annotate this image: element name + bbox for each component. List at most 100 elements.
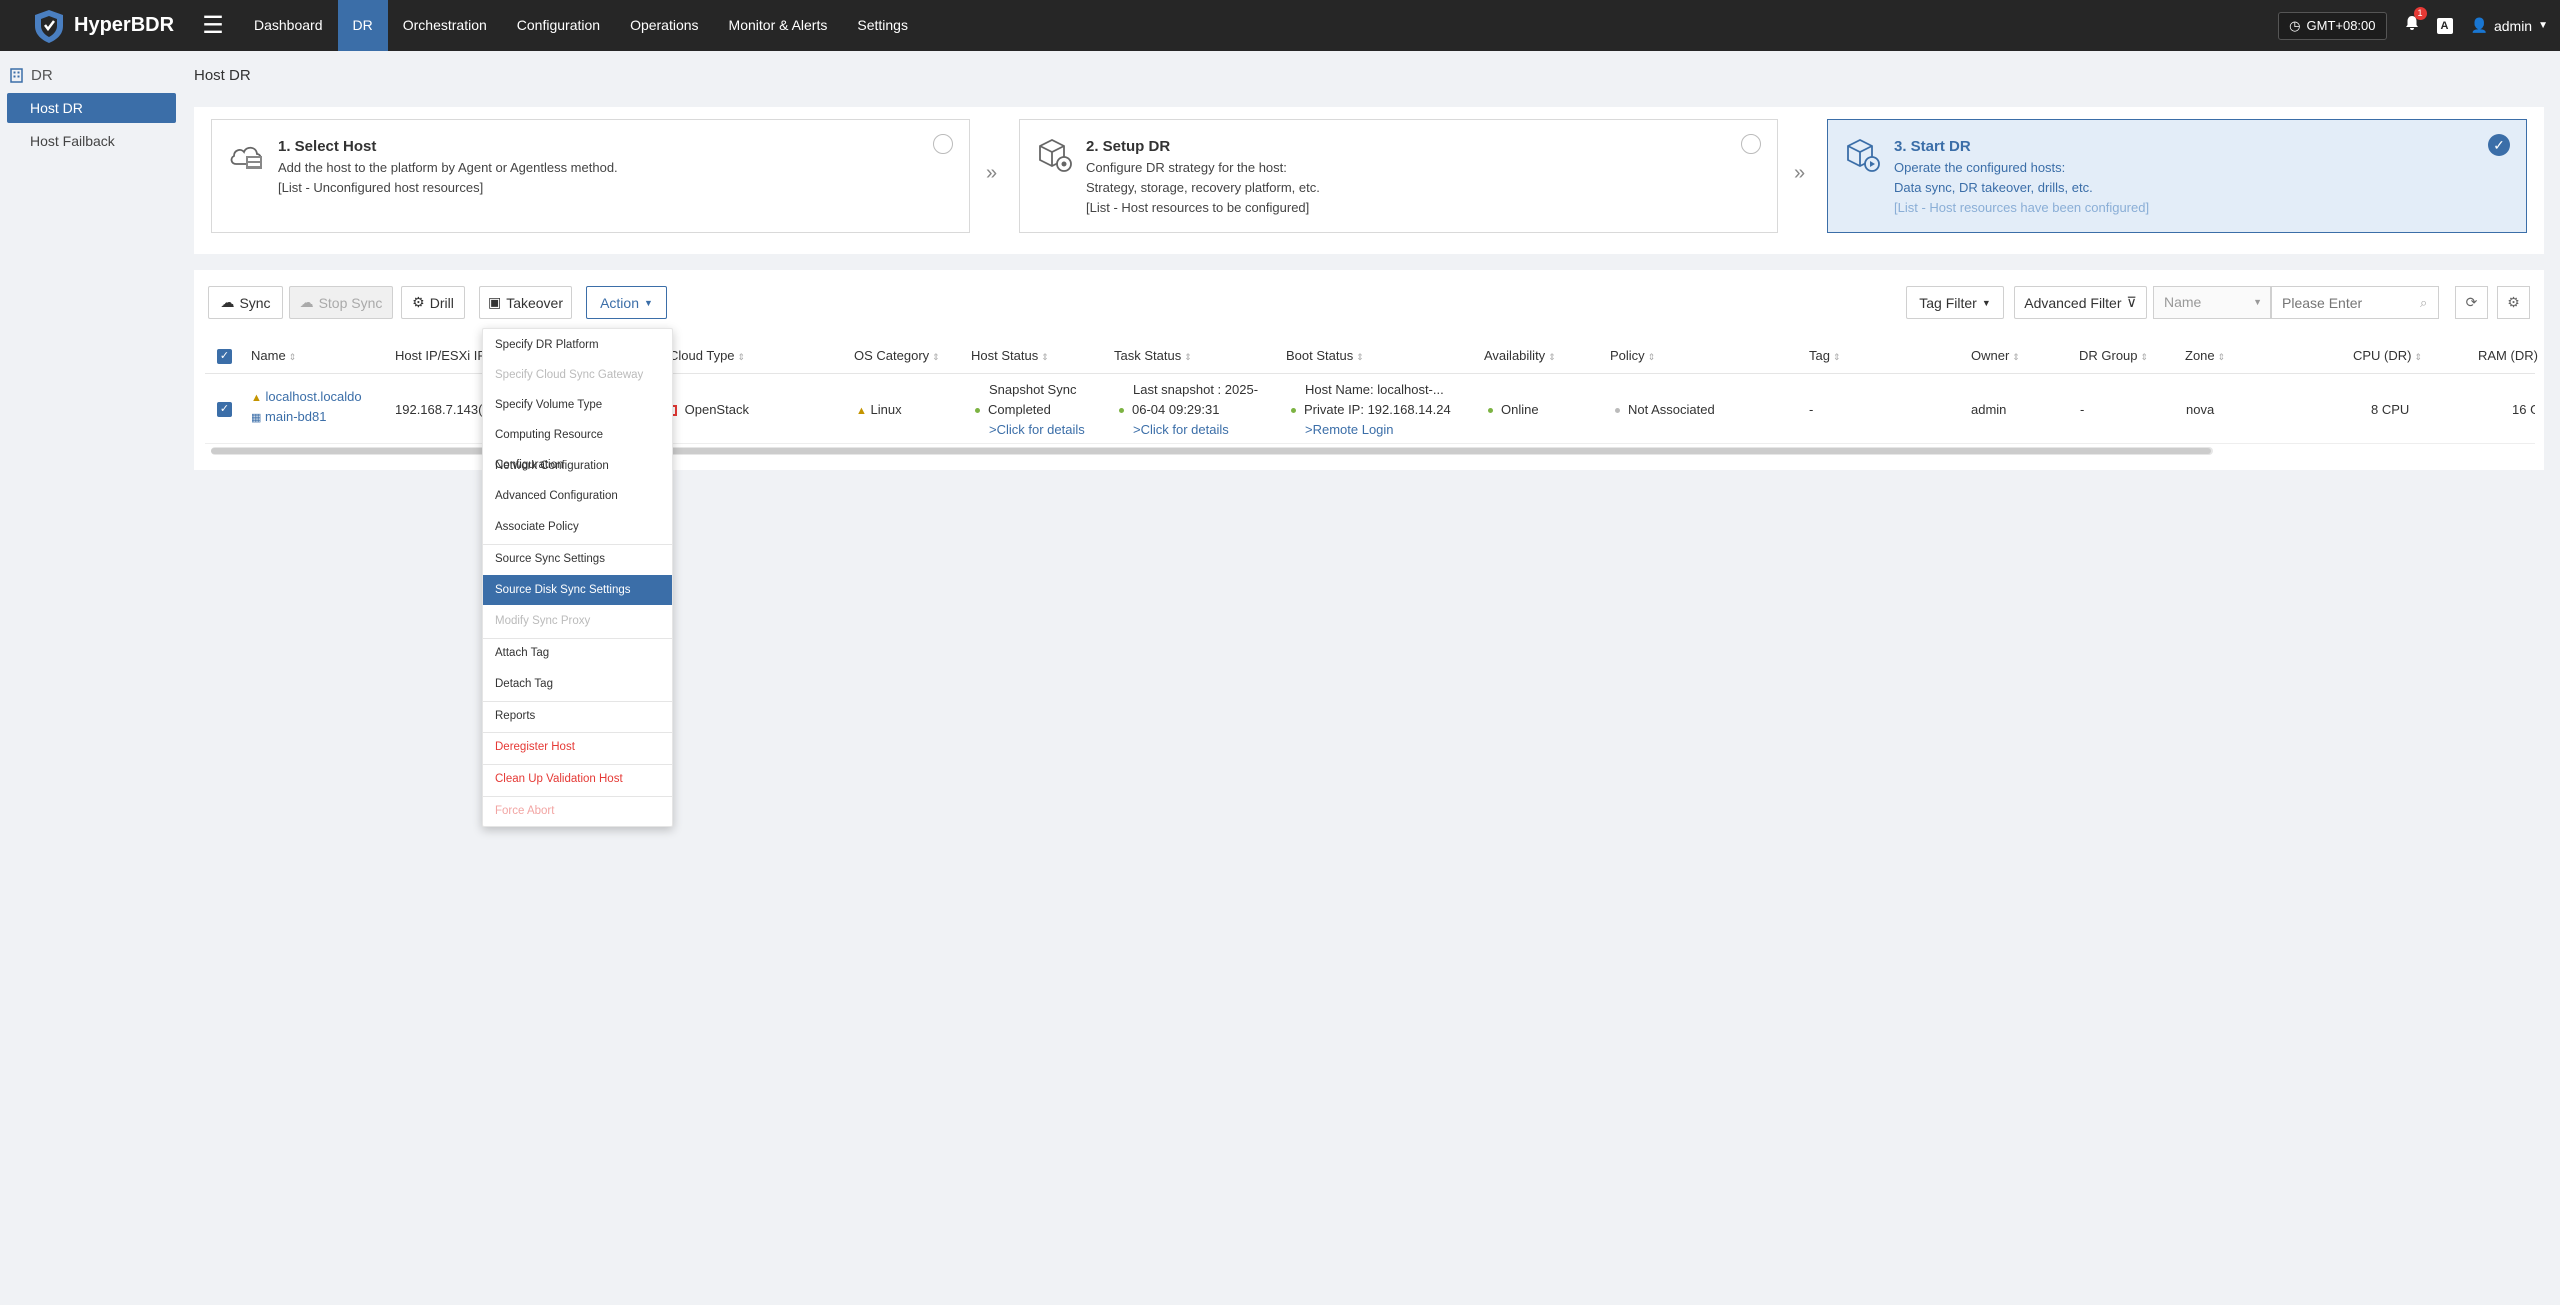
gear-icon[interactable]: ⚙ — [2497, 286, 2530, 319]
sort-icon: ⇕ — [737, 352, 746, 362]
col-cloud-type[interactable]: Cloud Type ⇕ — [669, 338, 745, 374]
menu-item-attach-tag[interactable]: Attach Tag — [483, 638, 672, 668]
app-name: HyperBDR — [74, 14, 175, 36]
nav-configuration[interactable]: Configuration — [502, 0, 615, 51]
step-start-dr[interactable]: 3. Start DR Operate the configured hosts… — [1827, 119, 2527, 233]
col-policy[interactable]: Policy ⇕ — [1610, 338, 1655, 374]
col-dr-group[interactable]: DR Group ⇕ — [2079, 338, 2148, 374]
building-icon — [10, 68, 23, 83]
drill-label: Drill — [429, 294, 454, 311]
step-description: [List - Host resources to be configured] — [1086, 200, 1310, 215]
menu-item-specify-volume-type[interactable]: Specify Volume Type — [483, 390, 672, 420]
language-icon[interactable]: A — [2436, 17, 2453, 34]
sidebar-item-host-failback[interactable]: Host Failback — [7, 126, 176, 156]
sort-icon: ⇕ — [1832, 352, 1841, 362]
sync-button[interactable]: ☁ Sync — [208, 286, 283, 319]
step-title: 1. Select Host — [278, 138, 377, 155]
nav-dashboard[interactable]: Dashboard — [239, 0, 338, 51]
menu-item-specify-dr-platform[interactable]: Specify DR Platform — [483, 330, 672, 360]
menu-item-reports[interactable]: Reports — [483, 701, 672, 731]
stop-sync-button[interactable]: ☁ Stop Sync — [289, 286, 393, 319]
host-ip-cell: 192.168.7.143( — [395, 402, 483, 417]
host-status-line1: Snapshot Sync — [989, 382, 1077, 397]
cloud-host-icon — [230, 146, 263, 169]
takeover-button[interactable]: ▣ Takeover — [479, 286, 572, 319]
search-icon[interactable]: ⌕ — [2420, 295, 2427, 311]
step-select-host[interactable]: 1. Select Host Add the host to the platf… — [211, 119, 970, 233]
tag-filter-button[interactable]: Tag Filter ▼ — [1906, 286, 2004, 319]
user-menu[interactable]: 👤 admin ▼ — [2471, 17, 2548, 34]
refresh-icon[interactable]: ⟳ — [2455, 286, 2488, 319]
drill-button[interactable]: ⚙ Drill — [401, 286, 465, 319]
nav-orchestration[interactable]: Orchestration — [388, 0, 502, 51]
task-status-details-link[interactable]: >Click for details — [1133, 422, 1229, 437]
nav-settings[interactable]: Settings — [842, 0, 923, 51]
menu-item-computing-resource-configuration[interactable]: Computing Resource Configuration — [483, 420, 672, 471]
menu-item-clean-up-validation-host[interactable]: Clean Up Validation Host — [483, 764, 672, 794]
nav-monitor-alerts[interactable]: Monitor & Alerts — [714, 0, 843, 51]
step-setup-dr[interactable]: 2. Setup DR Configure DR strategy for th… — [1019, 119, 1778, 233]
box-play-icon — [1847, 138, 1880, 172]
col-task-status[interactable]: Task Status ⇕ — [1114, 338, 1192, 374]
col-zone[interactable]: Zone ⇕ — [2185, 338, 2225, 374]
stop-sync-label: Stop Sync — [318, 294, 383, 311]
tag-filter-label: Tag Filter — [1919, 294, 1977, 311]
menu-toggle-icon[interactable]: ☰ — [195, 11, 231, 40]
step-radio[interactable] — [1741, 134, 1761, 154]
col-host-status[interactable]: Host Status ⇕ — [971, 338, 1049, 374]
action-menu: Specify DR Platform Specify Cloud Sync G… — [482, 328, 673, 827]
search-field-select[interactable]: Name ▼ — [2153, 286, 2271, 319]
menu-item-force-abort[interactable]: Force Abort — [483, 796, 672, 826]
step-radio[interactable] — [933, 134, 953, 154]
chevron-down-icon: ▼ — [2253, 297, 2262, 307]
alerts-bell-icon[interactable]: 1 — [2405, 7, 2427, 36]
app-logo[interactable]: HyperBDR — [0, 0, 195, 51]
advanced-filter-button[interactable]: Advanced Filter ⊽ — [2014, 286, 2147, 319]
action-dropdown-button[interactable]: Action ▼ — [586, 286, 667, 319]
sort-icon: ⇕ — [1041, 352, 1049, 362]
host-status-details-link[interactable]: >Click for details — [989, 422, 1085, 437]
col-owner[interactable]: Owner ⇕ — [1971, 338, 2020, 374]
host-name-link[interactable]: localhost.localdo — [266, 389, 362, 404]
menu-item-source-disk-sync-settings[interactable]: Source Disk Sync Settings — [483, 575, 672, 605]
step-description: [List - Unconfigured host resources] — [278, 180, 484, 195]
check-icon[interactable]: ✓ — [2488, 134, 2510, 156]
menu-item-modify-sync-proxy[interactable]: Modify Sync Proxy — [483, 606, 672, 636]
menu-item-associate-policy[interactable]: Associate Policy — [483, 512, 672, 542]
col-cpu[interactable]: CPU (DR) ⇕ — [2353, 338, 2422, 374]
nav-dr[interactable]: DR — [337, 0, 388, 51]
select-all-checkbox[interactable]: ✓ — [217, 349, 232, 364]
host-vm-link[interactable]: main-bd81 — [265, 409, 326, 424]
menu-item-advanced-configuration[interactable]: Advanced Configuration — [483, 481, 672, 511]
col-availability[interactable]: Availability ⇕ — [1484, 338, 1556, 374]
menu-item-network-configuration[interactable]: Network Configuration — [483, 451, 672, 481]
menu-item-deregister-host[interactable]: Deregister Host — [483, 732, 672, 762]
menu-item-source-sync-settings[interactable]: Source Sync Settings — [483, 544, 672, 574]
menu-item-detach-tag[interactable]: Detach Tag — [483, 669, 672, 699]
sidebar: DR Host DR Host Failback — [0, 51, 183, 1305]
timezone-badge[interactable]: ◷ GMT+08:00 — [2278, 11, 2387, 40]
search-input[interactable] — [2271, 286, 2439, 319]
box-gear-icon — [1039, 138, 1072, 172]
col-os-category[interactable]: OS Category ⇕ — [854, 338, 940, 374]
filter-icon: ⊽ — [2126, 294, 2137, 310]
menu-item-specify-cloud-sync-gateway[interactable]: Specify Cloud Sync Gateway — [483, 360, 672, 390]
step-description: Data sync, DR takeover, drills, etc. — [1894, 180, 2093, 195]
clock-icon: ◷ — [2289, 17, 2301, 33]
sort-icon: ⇕ — [2414, 352, 2423, 362]
sort-icon: ⇕ — [2140, 352, 2149, 362]
nav-operations[interactable]: Operations — [615, 0, 713, 51]
col-tag[interactable]: Tag ⇕ — [1809, 338, 1841, 374]
row-checkbox[interactable]: ✓ — [217, 402, 232, 417]
host-name-cell[interactable]: ▲ localhost.localdo — [251, 389, 362, 404]
remote-login-link[interactable]: >Remote Login — [1305, 422, 1394, 437]
policy-cell: Not Associated — [1615, 402, 1715, 417]
host-vm-cell[interactable]: ▦ main-bd81 — [251, 409, 326, 424]
col-name[interactable]: Name ⇕ — [251, 338, 296, 374]
step-description: [List - Host resources have been configu… — [1894, 200, 2150, 215]
step-description: Configure DR strategy for the host: — [1086, 160, 1287, 175]
sidebar-item-host-dr[interactable]: Host DR — [7, 93, 176, 123]
step-description: Operate the configured hosts: — [1894, 160, 2066, 175]
col-boot-status[interactable]: Boot Status ⇕ — [1286, 338, 1364, 374]
top-navbar: HyperBDR ☰ Dashboard DR Orchestration Co… — [0, 0, 2560, 51]
